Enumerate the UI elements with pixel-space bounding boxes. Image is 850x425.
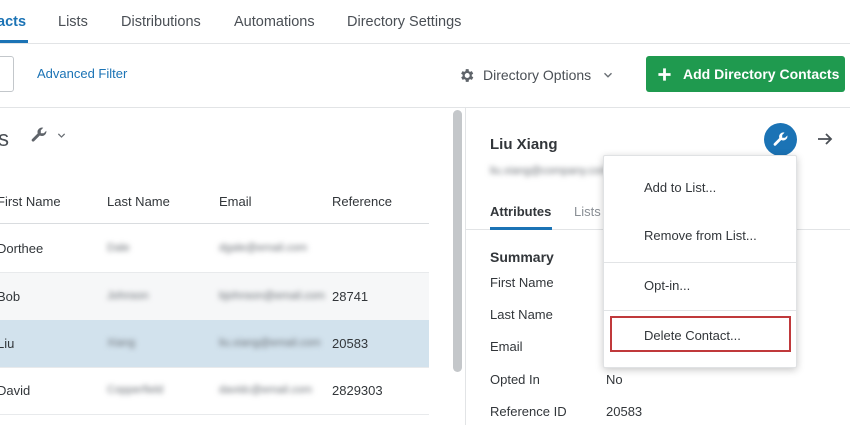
vertical-scrollbar[interactable] — [453, 110, 462, 372]
directory-options-label: Directory Options — [483, 67, 592, 83]
table-header: First Name Last Name Email Reference — [0, 182, 429, 224]
attr-label-reference-id: Reference ID — [490, 404, 567, 419]
active-tab-indicator — [490, 227, 552, 230]
delete-contact-highlight — [610, 316, 791, 352]
tab-distributions[interactable]: Distributions — [121, 0, 201, 44]
directory-options-button[interactable]: Directory Options — [458, 64, 613, 86]
contact-name: Liu Xiang — [490, 136, 558, 153]
contact-actions-menu: Add to List... Remove from List... Opt-i… — [603, 155, 797, 368]
plus-icon — [658, 67, 671, 81]
toolbar: Advanced Filter Directory Options Add Di… — [0, 44, 850, 108]
cell-first-name: David — [0, 383, 31, 398]
gear-icon — [461, 68, 474, 82]
contact-email: liu.xiang@company.com — [490, 165, 610, 177]
column-first-name[interactable]: First Name — [0, 194, 61, 209]
wrench-icon[interactable] — [30, 126, 48, 144]
add-directory-contacts-label: Add Directory Contacts — [683, 66, 840, 82]
chevron-down-icon[interactable] — [57, 131, 66, 140]
search-input[interactable] — [0, 56, 14, 92]
cell-email: dgale@email.com — [219, 242, 308, 254]
table-row[interactable]: Dorthee Dale dgale@email.com — [0, 225, 429, 273]
attr-label-last-name: Last Name — [490, 307, 553, 322]
menu-item-remove-from-list[interactable]: Remove from List... — [604, 228, 796, 243]
column-last-name[interactable]: Last Name — [107, 194, 170, 209]
wrench-icon — [773, 132, 788, 146]
add-directory-contacts-button[interactable]: Add Directory Contacts — [646, 56, 845, 92]
menu-separator — [604, 262, 796, 263]
menu-item-opt-in[interactable]: Opt-in... — [604, 278, 796, 293]
cell-email: liu.xiang@email.com — [219, 337, 321, 349]
active-tab-indicator — [0, 40, 28, 43]
directory-tabs: acts Lists Distributions Automations Dir… — [0, 0, 850, 44]
attr-label-email: Email — [490, 339, 523, 354]
cell-last-name: Copperfield — [107, 384, 164, 396]
attr-value-reference-id: 20583 — [606, 404, 643, 419]
cell-first-name: Bob — [0, 289, 21, 304]
column-reference[interactable]: Reference — [332, 194, 392, 209]
cell-last-name: Xiang — [107, 337, 136, 349]
cell-last-name: Johnson — [107, 290, 149, 302]
column-email[interactable]: Email — [219, 194, 252, 209]
cell-first-name: Dorthee — [0, 241, 44, 256]
tab-automations[interactable]: Automations — [234, 0, 315, 44]
tab-contacts[interactable]: acts — [0, 0, 26, 44]
cell-first-name: Liu — [0, 336, 15, 351]
attr-label-opted-in: Opted In — [490, 372, 540, 387]
cell-email: bjohnson@email.com — [219, 290, 325, 302]
arrow-right-icon[interactable] — [816, 130, 834, 148]
menu-item-add-to-list[interactable]: Add to List... — [604, 180, 796, 195]
cell-reference: 20583 — [332, 336, 369, 351]
menu-separator — [604, 310, 796, 311]
cell-reference: 28741 — [332, 289, 369, 304]
tab-lists[interactable]: Lists — [58, 0, 88, 44]
cell-reference: 2829303 — [332, 383, 383, 398]
table-row[interactable]: Bob Johnson bjohnson@email.com 28741 — [0, 273, 429, 321]
advanced-filter-link[interactable]: Advanced Filter — [37, 66, 127, 81]
tab-attributes[interactable]: Attributes — [490, 204, 551, 219]
tab-lists[interactable]: Lists — [574, 204, 601, 219]
attr-value-opted-in: No — [606, 372, 623, 387]
contact-actions-button[interactable] — [764, 123, 797, 156]
table-row-selected[interactable]: Liu Xiang liu.xiang@email.com 20583 — [0, 320, 429, 368]
tab-directory-settings[interactable]: Directory Settings — [347, 0, 461, 44]
contacts-app: acts Lists Distributions Automations Dir… — [0, 0, 850, 425]
contacts-list-pane: s First Name Last Name Email Reference D… — [0, 108, 452, 425]
cell-last-name: Dale — [107, 242, 130, 254]
attr-label-first-name: First Name — [490, 275, 554, 290]
table-row[interactable]: David Copperfield davidc@email.com 28293… — [0, 367, 429, 415]
contacts-title: s — [0, 126, 9, 151]
chevron-down-icon — [604, 72, 613, 78]
summary-heading: Summary — [490, 249, 554, 265]
cell-email: davidc@email.com — [219, 384, 313, 396]
